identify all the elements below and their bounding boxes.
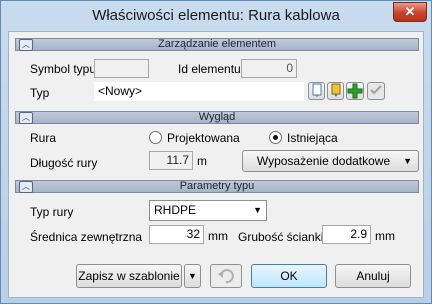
wall-thickness-unit: mm: [375, 229, 395, 243]
checkmark-icon: [370, 85, 382, 95]
equipment-dropdown-button[interactable]: Wyposażenie dodatkowe ▼: [242, 150, 419, 172]
cancel-button[interactable]: Anuluj: [335, 264, 411, 288]
pipe-label: Rura: [30, 131, 57, 145]
radio-designed-label[interactable]: Projektowana: [167, 131, 240, 145]
dialog-window: Właściwości elementu: Rura kablowa ✕ ︿ Z…: [0, 0, 432, 304]
section-header-management[interactable]: ︿ Zarządzanie elementem: [15, 38, 419, 51]
undo-icon: [218, 269, 234, 284]
chevron-down-icon: ▼: [188, 271, 197, 281]
close-button[interactable]: ✕: [393, 2, 427, 22]
save-template-menu-button[interactable]: ▼: [184, 264, 201, 288]
section-header-type-params[interactable]: ︿ Parametry typu: [15, 180, 419, 193]
document-icon: [312, 83, 321, 97]
type-tool-button-1[interactable]: [308, 82, 325, 100]
undo-button[interactable]: [210, 264, 242, 288]
chevron-down-icon: ▼: [253, 205, 262, 215]
pipe-type-select[interactable]: RHDPE ▼: [149, 200, 267, 221]
id-label: Id elementu: [178, 62, 241, 76]
plus-icon: [347, 83, 363, 99]
section-header-appearance[interactable]: ︿ Wygląd: [15, 111, 419, 124]
radio-existing-label[interactable]: Istniejąca: [287, 131, 338, 145]
pipe-type-label: Typ rury: [30, 205, 74, 219]
length-field: 11.7: [149, 151, 193, 170]
save-type-icon: [331, 83, 340, 97]
section-title: Zarządzanie elementem: [157, 38, 276, 50]
length-unit: m: [197, 154, 207, 168]
dropdown-arrow-icon: ▼: [403, 156, 412, 166]
type-label: Typ: [30, 86, 50, 100]
radio-existing[interactable]: [269, 131, 282, 144]
section-title: Parametry typu: [179, 180, 255, 192]
type-tool-button-2[interactable]: [327, 82, 344, 100]
window-title: Właściwości elementu: Rura kablowa: [92, 7, 340, 24]
title-bar[interactable]: Właściwości elementu: Rura kablowa ✕: [1, 1, 431, 31]
wall-thickness-input[interactable]: 2.9: [322, 225, 371, 244]
outer-diameter-label: Średnica zewnętrzna: [30, 230, 143, 244]
wall-thickness-label: Grubość ścianki: [238, 230, 324, 244]
id-field: 0: [241, 59, 297, 78]
pipe-type-value: RHDPE: [154, 203, 197, 217]
radio-designed[interactable]: [149, 131, 162, 144]
outer-diameter-input[interactable]: 32: [149, 225, 204, 244]
equipment-button-label: Wyposażenie dodatkowe: [256, 154, 391, 168]
add-type-button[interactable]: [346, 82, 364, 100]
section-title: Wygląd: [198, 111, 236, 123]
type-field[interactable]: <Nowy>: [94, 82, 304, 101]
symbol-label: Symbol typu: [30, 62, 97, 76]
save-template-button[interactable]: Zapisz w szablonie: [76, 264, 182, 288]
length-label: Długość rury: [30, 156, 98, 170]
confirm-type-button[interactable]: [367, 82, 385, 100]
outer-diameter-unit: mm: [208, 229, 228, 243]
ok-button[interactable]: OK: [251, 264, 327, 288]
dialog-body: ︿ Zarządzanie elementem Symbol typu Id e…: [8, 31, 424, 298]
symbol-field: [94, 59, 149, 78]
